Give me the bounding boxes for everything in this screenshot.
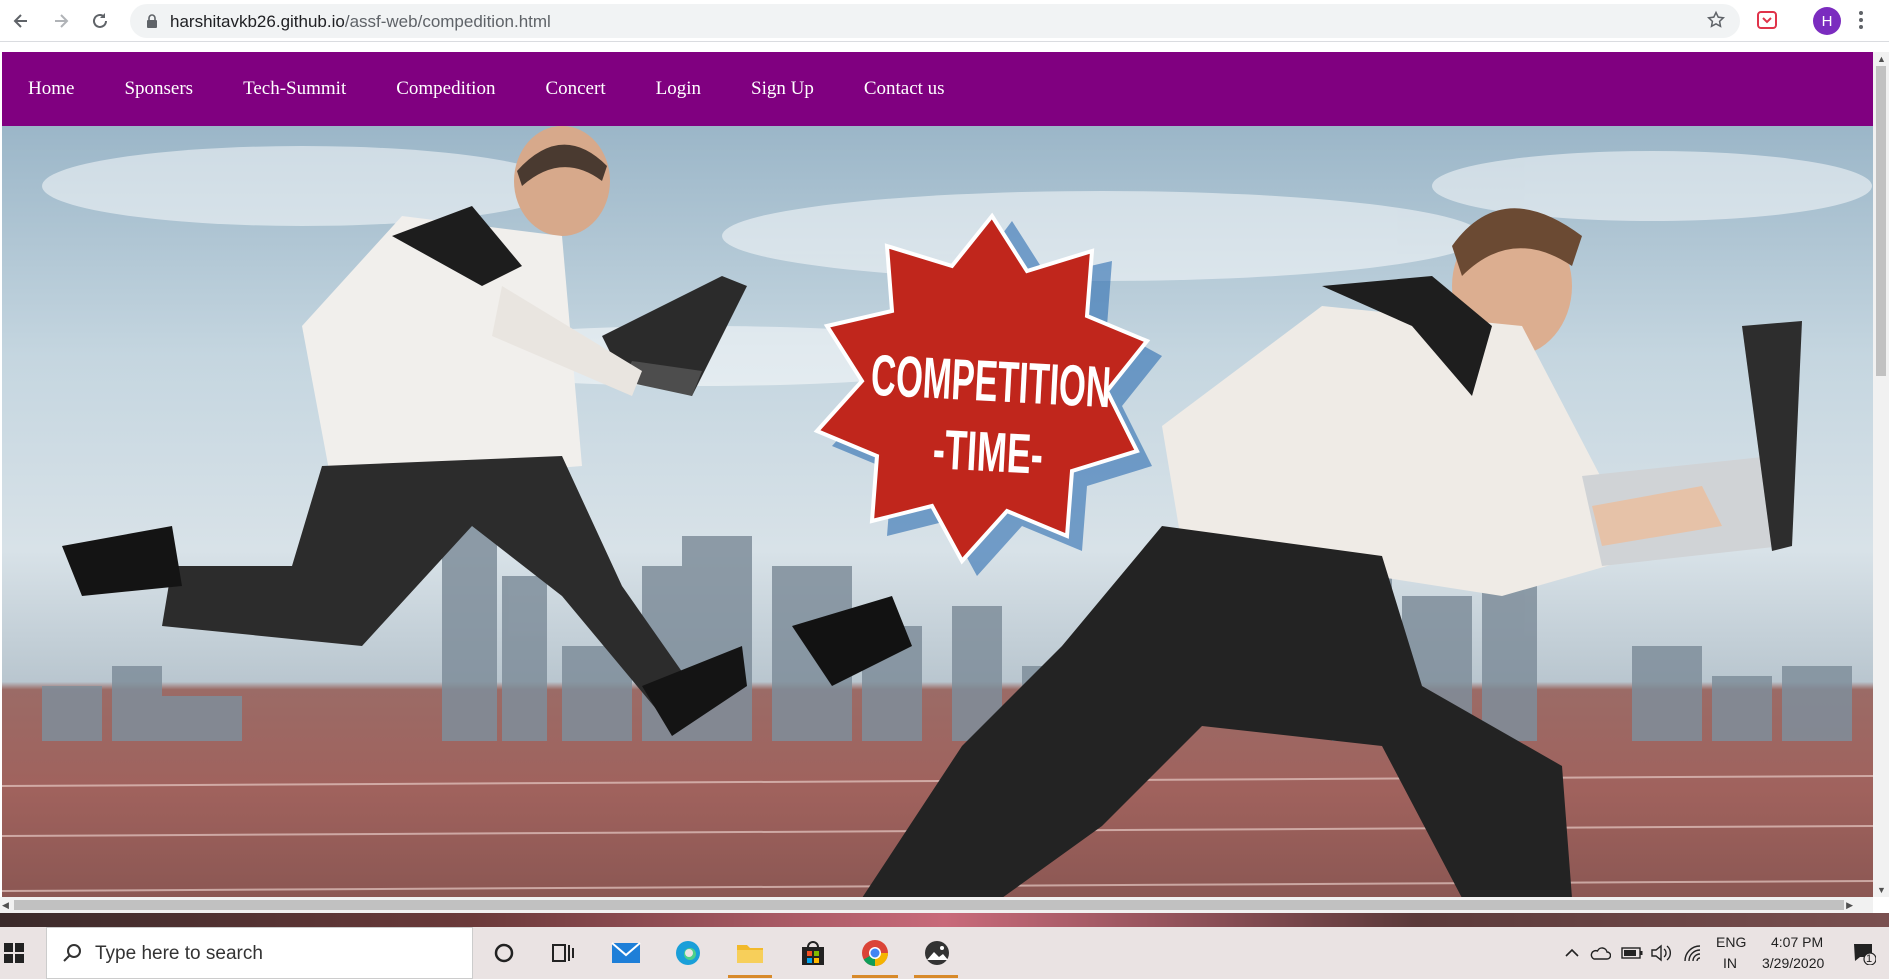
nav-login[interactable]: Login bbox=[656, 78, 701, 100]
badge-line1: COMPETITION bbox=[869, 343, 1112, 420]
scroll-right-arrow-icon[interactable]: ▶ bbox=[1846, 900, 1853, 911]
nav-concert[interactable]: Concert bbox=[545, 78, 605, 100]
nav-sign-up[interactable]: Sign Up bbox=[751, 78, 814, 100]
photos-app-icon[interactable] bbox=[921, 937, 953, 969]
nav-compedition[interactable]: Compedition bbox=[396, 78, 495, 100]
windows-taskbar: Type here to search ENG IN 4:07 PM 3/29/… bbox=[0, 927, 1889, 979]
show-hidden-icons-chevron-icon[interactable] bbox=[1558, 937, 1586, 969]
hero-image: COMPETITION -TIME- bbox=[2, 126, 1873, 897]
vertical-scrollbar[interactable]: ▲ ▼ bbox=[1873, 52, 1889, 897]
forward-arrow-icon[interactable] bbox=[48, 8, 74, 34]
input-region[interactable]: IN bbox=[1723, 955, 1737, 971]
battery-icon[interactable] bbox=[1618, 937, 1646, 969]
badge-line2: -TIME- bbox=[931, 417, 1044, 486]
pocket-extension-icon[interactable] bbox=[1756, 9, 1778, 36]
clock-time[interactable]: 4:07 PM bbox=[1771, 934, 1823, 950]
clock-date[interactable]: 3/29/2020 bbox=[1762, 955, 1824, 971]
nav-tech-summit[interactable]: Tech-Summit bbox=[243, 78, 346, 100]
nav-home[interactable]: Home bbox=[28, 78, 74, 100]
back-arrow-icon[interactable] bbox=[8, 8, 34, 34]
browser-menu-icon[interactable] bbox=[1858, 9, 1864, 36]
notification-count: 1 bbox=[1866, 953, 1873, 965]
windows-start-icon[interactable] bbox=[0, 937, 28, 969]
input-language[interactable]: ENG bbox=[1716, 934, 1746, 950]
scroll-down-arrow-icon[interactable]: ▼ bbox=[1877, 885, 1886, 895]
file-explorer-icon[interactable] bbox=[734, 937, 766, 969]
chrome-icon[interactable] bbox=[859, 937, 891, 969]
address-bar[interactable]: harshitavkb26.github.io/assf-web/compedi… bbox=[130, 4, 1740, 38]
reload-icon[interactable] bbox=[87, 8, 113, 34]
search-placeholder: Type here to search bbox=[95, 943, 263, 964]
store-icon[interactable] bbox=[797, 937, 829, 969]
file-explorer-active-indicator bbox=[728, 975, 772, 978]
scroll-up-arrow-icon[interactable]: ▲ bbox=[1877, 54, 1886, 64]
task-view-icon[interactable] bbox=[547, 937, 579, 969]
nav-sponsers[interactable]: Sponsers bbox=[124, 78, 193, 100]
horizontal-scrollbar[interactable]: ◀ ▶ bbox=[0, 897, 1873, 913]
search-icon bbox=[61, 942, 83, 969]
photos-active-indicator bbox=[914, 975, 958, 978]
url-host: harshitavkb26.github.io bbox=[170, 12, 345, 31]
url-text: harshitavkb26.github.io/assf-web/compedi… bbox=[170, 12, 551, 32]
chrome-active-indicator bbox=[852, 975, 898, 978]
vertical-scroll-thumb[interactable] bbox=[1876, 66, 1886, 376]
page-viewport: Home Sponsers Tech-Summit Compedition Co… bbox=[2, 52, 1873, 897]
edge-browser-icon[interactable] bbox=[672, 937, 704, 969]
onedrive-cloud-icon[interactable] bbox=[1586, 937, 1614, 969]
volume-icon[interactable] bbox=[1647, 937, 1675, 969]
url-path: /assf-web/compedition.html bbox=[344, 12, 551, 31]
profile-avatar[interactable]: H bbox=[1813, 7, 1841, 35]
desktop-wallpaper-strip bbox=[0, 913, 1889, 927]
cortana-icon[interactable] bbox=[488, 937, 520, 969]
bookmark-star-icon[interactable] bbox=[1706, 10, 1726, 35]
scroll-left-arrow-icon[interactable]: ◀ bbox=[2, 900, 9, 911]
taskbar-search-box[interactable]: Type here to search bbox=[46, 927, 473, 979]
browser-toolbar: harshitavkb26.github.io/assf-web/compedi… bbox=[0, 0, 1889, 42]
wifi-icon[interactable] bbox=[1679, 937, 1707, 969]
site-navbar: Home Sponsers Tech-Summit Compedition Co… bbox=[2, 52, 1873, 126]
nav-contact-us[interactable]: Contact us bbox=[864, 78, 945, 100]
lock-icon bbox=[146, 14, 158, 33]
notification-center-icon[interactable]: 1 bbox=[1848, 937, 1880, 969]
mail-icon[interactable] bbox=[610, 937, 642, 969]
horizontal-scroll-thumb[interactable] bbox=[14, 900, 1844, 910]
